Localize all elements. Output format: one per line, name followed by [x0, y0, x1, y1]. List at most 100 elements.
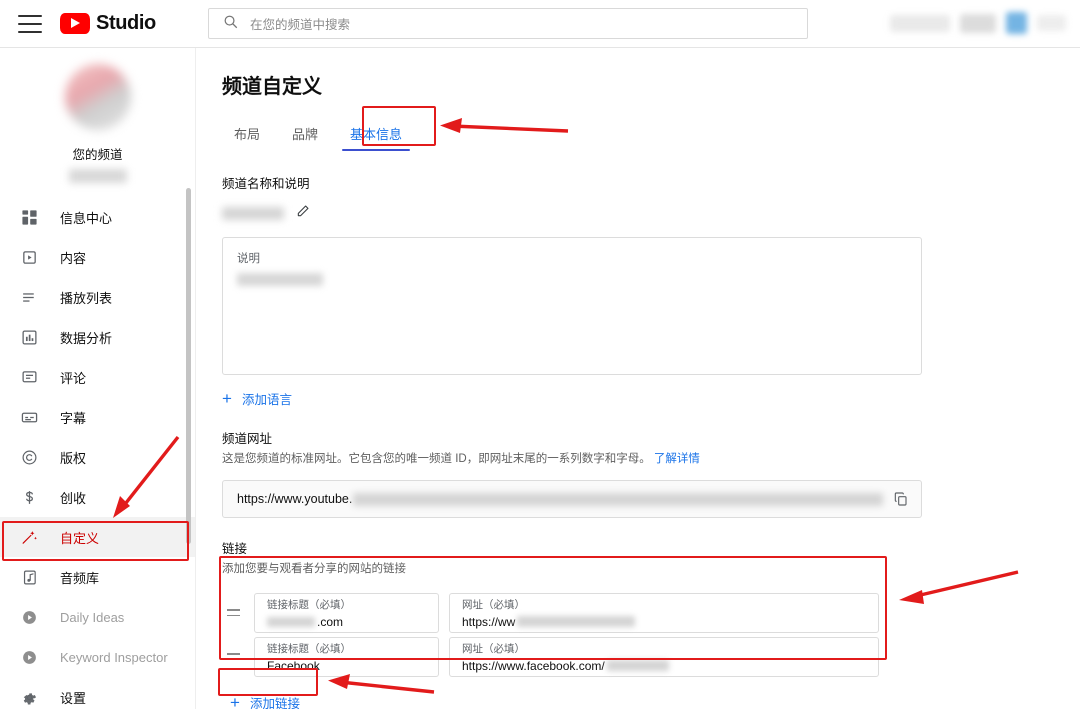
channel-name-value-redacted — [222, 207, 284, 220]
drag-handle-icon[interactable] — [222, 608, 244, 617]
redacted-header-item-1 — [890, 14, 950, 32]
playlist-icon — [18, 286, 40, 308]
sidebar-item-label: 播放列表 — [60, 290, 113, 306]
link-title-value: Facebook — [267, 657, 428, 675]
sidebar-item-label: Keyword Inspector — [60, 649, 168, 665]
audio-library-icon — [18, 566, 40, 588]
hamburger-menu-icon[interactable] — [18, 14, 42, 33]
link-url-value: https://ww — [462, 613, 868, 631]
sidebar-item-customization[interactable]: 自定义 — [0, 517, 195, 557]
learn-more-link[interactable]: 了解详情 — [654, 453, 700, 465]
channel-name-redacted — [68, 169, 127, 183]
gear-icon — [18, 686, 40, 708]
link-url-text: https://www.facebook.com/ — [462, 658, 605, 673]
copy-icon[interactable] — [893, 491, 909, 507]
studio-brand[interactable]: Studio — [60, 12, 156, 35]
redacted-header-item-3 — [1037, 15, 1066, 31]
link-title-input[interactable]: 链接标题（必填） Facebook — [254, 636, 439, 677]
tab-basic-info[interactable]: 基本信息 — [334, 115, 418, 151]
channel-avatar[interactable] — [64, 64, 131, 130]
sidebar-item-audio-library[interactable]: 音频库 — [0, 557, 195, 597]
links-section-description: 添加您要与观看者分享的网站的链接 — [222, 563, 406, 576]
sidebar-item-label: 数据分析 — [60, 330, 113, 346]
channel-url-description-text: 这是您频道的标准网址。它包含您的唯一频道 ID，即网址末尾的一系列数字和字母。 — [222, 453, 651, 465]
sidebar-item-dashboard[interactable]: 信息中心 — [0, 197, 195, 237]
channel-name-section: 频道名称和说明 说明 + 添加语言 — [222, 173, 1080, 408]
monetization-icon — [18, 486, 40, 508]
sidebar-scrollbar[interactable] — [186, 188, 191, 544]
search-bar[interactable]: 在您的频道中搜索 — [208, 8, 808, 39]
sidebar-item-comments[interactable]: 评论 — [0, 357, 195, 397]
link-title-value: .com — [267, 613, 428, 631]
link-url-redacted — [606, 660, 669, 672]
links-list: 链接标题（必填） .com 网址（必填） https://ww 链接标题（必填）… — [222, 591, 882, 679]
link-title-label: 链接标题（必填） — [267, 643, 351, 656]
links-section: 链接 添加您要与观看者分享的网站的链接 链接标题（必填） .com 网址（必填）… — [222, 538, 1080, 709]
tab-label: 布局 — [234, 126, 261, 142]
link-url-text: https://ww — [462, 614, 516, 629]
add-link-button[interactable]: + 添加链接 — [222, 689, 308, 709]
link-title-input[interactable]: 链接标题（必填） .com — [254, 592, 439, 633]
copyright-icon — [18, 446, 40, 468]
customization-wand-icon — [18, 526, 40, 548]
sidebar-item-label: 创收 — [60, 490, 87, 506]
sidebar-item-label: 评论 — [60, 370, 87, 386]
tab-branding[interactable]: 品牌 — [276, 115, 334, 151]
link-url-input[interactable]: 网址（必填） https://www.facebook.com/ — [449, 636, 879, 677]
link-url-redacted — [517, 616, 636, 628]
tab-layout[interactable]: 布局 — [222, 115, 276, 151]
link-url-label: 网址（必填） — [462, 599, 525, 612]
add-link-label: 添加链接 — [249, 696, 300, 709]
avatar[interactable] — [1006, 12, 1028, 34]
links-section-label: 链接 — [222, 542, 248, 557]
sidebar-item-copyright[interactable]: 版权 — [0, 437, 195, 477]
search-input[interactable]: 在您的频道中搜索 — [250, 14, 350, 33]
search-icon — [223, 14, 238, 34]
sidebar-item-label: 内容 — [60, 250, 87, 266]
sidebar-item-label: 版权 — [60, 450, 87, 466]
link-title-redacted — [267, 616, 315, 627]
subtitles-icon — [18, 406, 40, 428]
channel-description-textarea[interactable]: 说明 — [222, 237, 922, 375]
top-header: Studio 在您的频道中搜索 — [0, 0, 1080, 48]
link-title-label: 链接标题（必填） — [267, 599, 351, 612]
video-content-icon — [18, 246, 40, 268]
drag-handle-icon[interactable] — [222, 652, 244, 661]
sidebar-item-label: 信息中心 — [60, 210, 113, 226]
sidebar-item-settings[interactable]: 设置 — [0, 677, 195, 709]
brand-label: Studio — [96, 12, 156, 34]
page-title: 频道自定义 — [222, 76, 322, 98]
link-row: 链接标题（必填） Facebook 网址（必填） https://www.fac… — [222, 635, 882, 679]
sidebar-item-keyword-inspector[interactable]: Keyword Inspector — [0, 637, 195, 677]
header-account-area[interactable] — [890, 0, 1080, 46]
sidebar-item-content[interactable]: 内容 — [0, 237, 195, 277]
sidebar-item-monetization[interactable]: 创收 — [0, 477, 195, 517]
sidebar-item-analytics[interactable]: 数据分析 — [0, 317, 195, 357]
link-row: 链接标题（必填） .com 网址（必填） https://ww — [222, 591, 882, 635]
channel-url-prefix: https://www.youtube. — [237, 492, 353, 507]
extension-icon — [18, 606, 40, 628]
sidebar-item-daily-ideas[interactable]: Daily Ideas — [0, 597, 195, 637]
channel-name-section-label: 频道名称和说明 — [222, 177, 310, 191]
link-title-text: .com — [317, 614, 344, 629]
your-channel-label: 您的频道 — [72, 148, 123, 162]
channel-url-redacted — [353, 492, 883, 506]
sidebar-item-label: 字幕 — [60, 410, 87, 426]
channel-url-section: 频道网址 这是您频道的标准网址。它包含您的唯一频道 ID，即网址末尾的一系列数字… — [222, 428, 1080, 519]
plus-icon: + — [230, 692, 240, 709]
plus-icon: + — [222, 389, 232, 408]
add-language-button[interactable]: + 添加语言 — [222, 389, 292, 408]
sidebar-item-label: Daily Ideas — [60, 609, 125, 625]
sidebar-item-playlists[interactable]: 播放列表 — [0, 277, 195, 317]
channel-url-field[interactable]: https://www.youtube. — [222, 480, 922, 519]
tab-label: 基本信息 — [350, 126, 403, 142]
main-content: 频道自定义 布局 品牌 基本信息 频道名称和说明 说明 + 添加语言 频道网址 … — [196, 48, 1080, 709]
pencil-edit-icon[interactable] — [296, 204, 310, 223]
sidebar-item-label: 音频库 — [60, 570, 100, 586]
tab-label: 品牌 — [292, 126, 319, 142]
redacted-header-item-2 — [959, 13, 997, 33]
link-url-input[interactable]: 网址（必填） https://ww — [449, 592, 879, 633]
channel-url-label: 频道网址 — [222, 432, 273, 446]
description-field-label: 说明 — [237, 253, 260, 265]
sidebar-item-subtitles[interactable]: 字幕 — [0, 397, 195, 437]
